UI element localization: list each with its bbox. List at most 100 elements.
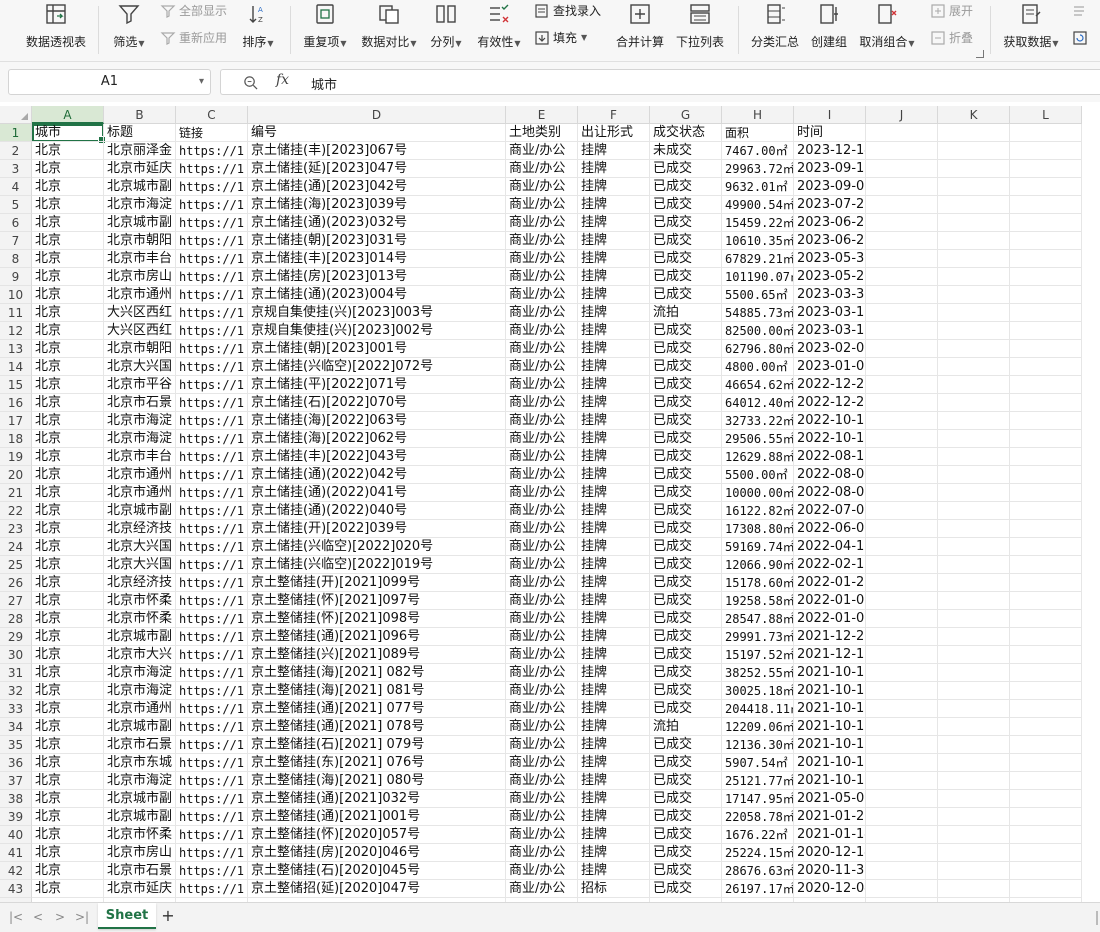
table-cell[interactable]: 北京 [32, 448, 104, 466]
table-cell[interactable]: 已成交 [650, 178, 722, 196]
table-cell[interactable] [866, 142, 938, 160]
table-cell[interactable]: 京土储挂(兴临空)[2022]020号 [248, 538, 506, 556]
table-cell[interactable] [866, 844, 938, 862]
table-cell[interactable]: 京土储挂(兴临空)[2022]072号 [248, 358, 506, 376]
table-cell[interactable]: 北京 [32, 772, 104, 790]
table-cell[interactable]: 北京 [32, 754, 104, 772]
table-cell[interactable]: 2021-10-12 [794, 736, 866, 754]
table-cell[interactable]: 京土储挂(海)[2022]063号 [248, 412, 506, 430]
table-cell[interactable] [1010, 736, 1082, 754]
table-cell[interactable]: 2022-12-21 [794, 394, 866, 412]
table-cell[interactable]: 北京 [32, 142, 104, 160]
table-cell[interactable]: 京土整储挂(通)[2021]032号 [248, 790, 506, 808]
row-header[interactable]: 31 [0, 664, 32, 682]
table-cell[interactable] [938, 286, 1010, 304]
table-cell[interactable]: 时间 [794, 124, 866, 142]
table-cell[interactable]: 32733.22㎡ [722, 412, 794, 430]
table-cell[interactable] [938, 628, 1010, 646]
table-cell[interactable]: 北京市海淀 [104, 412, 176, 430]
table-cell[interactable]: 出让形式 [578, 124, 650, 142]
table-cell[interactable] [938, 502, 1010, 520]
table-cell[interactable]: 商业/办公 [506, 304, 578, 322]
table-cell[interactable]: 北京市丰台 [104, 250, 176, 268]
table-cell[interactable]: 挂牌 [578, 502, 650, 520]
fx-icon[interactable]: fx [276, 72, 289, 88]
row-header[interactable]: 1 [0, 124, 32, 142]
table-cell[interactable]: 北京 [32, 646, 104, 664]
table-cell[interactable]: 2022-02-15 [794, 556, 866, 574]
table-cell[interactable] [866, 232, 938, 250]
table-cell[interactable]: https://1 [176, 412, 248, 430]
table-cell[interactable]: 面积 [722, 124, 794, 142]
table-cell[interactable]: 商业/办公 [506, 844, 578, 862]
table-cell[interactable]: 京土整储挂(石)[2021] 079号 [248, 736, 506, 754]
table-cell[interactable]: https://1 [176, 682, 248, 700]
table-cell[interactable]: 挂牌 [578, 664, 650, 682]
table-cell[interactable] [866, 340, 938, 358]
table-cell[interactable]: 已成交 [650, 826, 722, 844]
table-cell[interactable]: https://1 [176, 646, 248, 664]
table-cell[interactable]: 7467.00㎡ [722, 142, 794, 160]
table-cell[interactable]: 北京 [32, 394, 104, 412]
table-cell[interactable]: 64012.40㎡ [722, 394, 794, 412]
table-cell[interactable]: 2022-10-17 [794, 430, 866, 448]
table-cell[interactable]: 46654.62㎡ [722, 376, 794, 394]
table-cell[interactable] [938, 376, 1010, 394]
consolidate-button[interactable]: 合并计算 [614, 2, 666, 58]
table-cell[interactable]: https://1 [176, 304, 248, 322]
table-cell[interactable]: 12136.30㎡ [722, 736, 794, 754]
table-cell[interactable]: 已成交 [650, 394, 722, 412]
table-cell[interactable]: 商业/办公 [506, 700, 578, 718]
table-cell[interactable]: 北京 [32, 556, 104, 574]
table-cell[interactable]: 北京城市副 [104, 178, 176, 196]
table-cell[interactable]: 挂牌 [578, 592, 650, 610]
column-header[interactable]: D [248, 106, 506, 124]
row-header[interactable]: 29 [0, 628, 32, 646]
table-cell[interactable]: 2023-03-12 [794, 322, 866, 340]
table-cell[interactable] [938, 232, 1010, 250]
table-cell[interactable] [1010, 862, 1082, 880]
table-cell[interactable]: 挂牌 [578, 412, 650, 430]
table-cell[interactable]: https://1 [176, 268, 248, 286]
table-cell[interactable]: 挂牌 [578, 790, 650, 808]
table-cell[interactable]: 2022-01-05 [794, 592, 866, 610]
table-cell[interactable] [1010, 340, 1082, 358]
table-cell[interactable] [866, 790, 938, 808]
table-cell[interactable]: 28676.63㎡ [722, 862, 794, 880]
table-cell[interactable]: 北京市东城 [104, 754, 176, 772]
table-cell[interactable]: 挂牌 [578, 808, 650, 826]
column-header[interactable]: C [176, 106, 248, 124]
table-cell[interactable]: 已成交 [650, 808, 722, 826]
table-cell[interactable]: 10000.00㎡ [722, 484, 794, 502]
column-header[interactable]: J [866, 106, 938, 124]
create-group-button[interactable]: 创建组 [808, 2, 850, 58]
table-cell[interactable]: 北京城市副 [104, 808, 176, 826]
table-cell[interactable]: 北京 [32, 196, 104, 214]
table-cell[interactable]: 北京 [32, 538, 104, 556]
more-tools-button[interactable] [1072, 1, 1088, 21]
table-cell[interactable] [866, 538, 938, 556]
table-cell[interactable]: 商业/办公 [506, 322, 578, 340]
table-cell[interactable]: https://1 [176, 394, 248, 412]
table-cell[interactable] [938, 682, 1010, 700]
column-header[interactable]: H [722, 106, 794, 124]
table-cell[interactable]: 北京 [32, 700, 104, 718]
table-cell[interactable]: https://1 [176, 250, 248, 268]
row-header[interactable]: 30 [0, 646, 32, 664]
row-header[interactable]: 41 [0, 844, 32, 862]
table-cell[interactable]: 北京城市副 [104, 502, 176, 520]
table-cell[interactable]: 土地类别 [506, 124, 578, 142]
table-cell[interactable]: 已成交 [650, 322, 722, 340]
table-cell[interactable]: https://1 [176, 340, 248, 358]
row-header[interactable]: 36 [0, 754, 32, 772]
table-cell[interactable]: 北京经济技 [104, 574, 176, 592]
table-cell[interactable]: 未成交 [650, 142, 722, 160]
table-cell[interactable]: 北京 [32, 520, 104, 538]
table-cell[interactable]: 2021-12-10 [794, 646, 866, 664]
table-cell[interactable] [938, 772, 1010, 790]
table-cell[interactable]: https://1 [176, 142, 248, 160]
table-cell[interactable]: 商业/办公 [506, 484, 578, 502]
table-cell[interactable]: 北京 [32, 232, 104, 250]
table-cell[interactable]: 挂牌 [578, 178, 650, 196]
table-cell[interactable] [866, 826, 938, 844]
